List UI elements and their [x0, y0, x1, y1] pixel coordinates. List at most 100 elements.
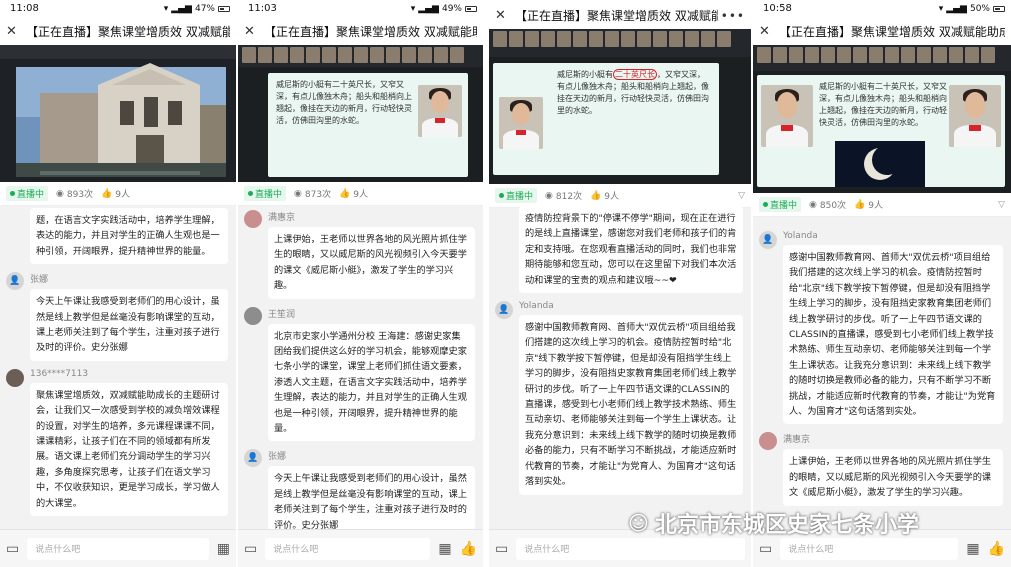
- battery-icon: [465, 5, 477, 12]
- comment-text: 上课伊始，王老师以世界各地的风光照片抓住学生的眼睛，又以威尼斯的风光视频引入今天…: [268, 227, 475, 299]
- live-dot-icon: [10, 191, 15, 196]
- live-video[interactable]: 威尼斯的小艇有二十英尺长，又窄又深，有点儿像独木舟；船头和船梢向上翘起，像挂在天…: [753, 45, 1011, 193]
- signal-icon: ▂▄▆: [171, 3, 192, 14]
- wechat-icon: ☺: [628, 511, 649, 535]
- comment-item: 题，在语言文字实践活动中，培养学生理解，表达的能力，并且对学生的正确人生观也是一…: [6, 208, 228, 265]
- wifi-icon: ▾: [938, 3, 944, 14]
- thumb-up-icon[interactable]: 👍: [590, 191, 601, 201]
- comment-input[interactable]: 说点什么吧: [516, 537, 745, 560]
- live-badge: 直播中: [244, 186, 287, 201]
- thumb-up-icon[interactable]: 👍: [854, 200, 865, 210]
- avatar: 👤: [244, 449, 262, 468]
- close-icon[interactable]: ✕: [759, 24, 775, 39]
- avatar: [759, 432, 777, 451]
- like-count: 9人: [353, 190, 369, 200]
- live-badge: 直播中: [495, 188, 538, 203]
- signal-icon: ▂▄▆: [418, 3, 439, 14]
- comment-item: 满惠京 上课伊始，王老师以世界各地的风光照片抓住学生的眼睛，又以威尼斯的风光视频…: [244, 210, 475, 299]
- comment-item: 👤 Yolanda 感谢中国教师教育网、首师大"双优云桥"项目组给我们搭建的这次…: [495, 301, 743, 495]
- comment-list[interactable]: 👤 Yolanda 感谢中国教师教育网、首师大"双优云桥"项目组给我们搭建的这次…: [753, 217, 1011, 529]
- grid-icon[interactable]: ▦: [966, 541, 979, 557]
- thumb-up-icon[interactable]: 👍: [460, 541, 477, 557]
- comment-author: Yolanda: [783, 231, 818, 241]
- comment-author: 136****7113: [30, 368, 89, 379]
- phone-panel-1: 11:08 ▾▂▄▆47% ✕ 【正在直播】聚焦课堂增质效 双减赋能助成长: [0, 0, 236, 567]
- status-bar: 10:58 ▾ ▂▄▆ 50%: [753, 0, 1011, 17]
- phone-panel-2: 11:03 ▾▂▄▆49% ✕ 【正在直播】聚焦课堂增质效 双减赋能助成长 威尼…: [238, 0, 483, 567]
- grid-icon[interactable]: ▦: [217, 541, 230, 557]
- comment-list[interactable]: 疫情防控背景下的"停课不停学"期间，现在正在进行的是线上直播课堂，感谢您对我们老…: [489, 206, 751, 529]
- participant-strip: [489, 29, 751, 57]
- comment-edit-icon[interactable]: ▭: [759, 541, 772, 557]
- chevron-down-icon[interactable]: ▽: [998, 200, 1005, 210]
- live-title: 【正在直播】聚焦课堂增质效 双减赋能助成长: [515, 9, 718, 23]
- close-icon[interactable]: ✕: [244, 24, 260, 39]
- slide-text-a: 威尼斯的小艇有: [557, 70, 613, 79]
- venice-church-image: [0, 45, 236, 182]
- comment-text: 今天上午课让我感受到老师们的用心设计，虽然是线上教学但是丝毫没有影响课堂的互动，…: [268, 466, 475, 529]
- eye-icon: ◉: [809, 199, 817, 210]
- comment-author: 满惠京: [268, 213, 296, 223]
- student-video: [949, 85, 1001, 147]
- bottom-bar: ▭ 说点什么吧 ▦: [0, 529, 236, 567]
- view-count: 873次: [304, 190, 332, 200]
- comment-input[interactable]: 说点什么吧: [27, 537, 209, 560]
- comment-item: 136****7113 聚焦课堂增质效，双减赋能助成长的主题研讨会，让我们又一次…: [6, 368, 228, 517]
- student-video: [761, 85, 813, 147]
- thumb-up-icon[interactable]: 👍: [101, 189, 112, 199]
- comment-item: 疫情防控背景下的"停课不停学"期间，现在正在进行的是线上直播课堂，感谢您对我们老…: [495, 206, 743, 294]
- live-badge: 直播中: [6, 186, 49, 201]
- nav-bar: ✕ 【正在直播】聚焦课堂增质效 双减赋能助成长: [753, 17, 1011, 45]
- thumb-up-icon[interactable]: 👍: [988, 541, 1005, 557]
- close-icon[interactable]: ✕: [6, 24, 22, 39]
- status-time: 11:03: [248, 3, 277, 14]
- comment-item: 王笙润 北京市史家小学通州分校 王海建：感谢史家集团给我们提供这么好的学习机会，…: [244, 306, 475, 442]
- nav-bar: ✕ 【正在直播】聚焦课堂增质效 双减赋能助成长 •••: [489, 2, 751, 29]
- live-info-bar: 直播中 ◉ 893次 👍 9人: [0, 182, 236, 206]
- watermark: ☺ 北京市东城区史家七条小学: [628, 507, 919, 539]
- status-time: 11:08: [10, 3, 39, 14]
- comment-author: Yolanda: [519, 301, 554, 312]
- comment-author: 满惠京: [783, 435, 811, 446]
- watermark-text: 北京市东城区史家七条小学: [654, 513, 919, 538]
- thumb-up-icon[interactable]: 👍: [339, 189, 350, 199]
- comment-text: 上课伊始，王老师以世界各地的风光照片抓住学生的眼睛，又以威尼斯的风光视频引入今天…: [783, 449, 1003, 506]
- live-video[interactable]: [0, 45, 236, 182]
- comment-item: 👤 张娜 今天上午课让我感受到老师们的用心设计，虽然是线上教学但是丝毫没有影响课…: [6, 272, 228, 361]
- comment-list[interactable]: 满惠京 上课伊始，王老师以世界各地的风光照片抓住学生的眼睛，又以威尼斯的风光视频…: [238, 206, 483, 529]
- avatar: [244, 210, 262, 228]
- live-video[interactable]: 威尼斯的小艇有二十英尺长，又窄又深，有点儿像独木舟；船头和船梢向上翘起，像挂在天…: [238, 45, 483, 182]
- comment-edit-icon[interactable]: ▭: [495, 541, 508, 557]
- slide-highlight: 二十英尺长: [613, 69, 657, 80]
- phone-panel-3: ✕ 【正在直播】聚焦课堂增质效 双减赋能助成长 ••• 威尼斯的小艇有二十英尺长…: [489, 0, 751, 567]
- comment-input[interactable]: 说点什么吧: [780, 537, 959, 560]
- eye-icon: ◉: [545, 190, 553, 201]
- battery-icon: [218, 5, 230, 12]
- comment-item: 满惠京 上课伊始，王老师以世界各地的风光照片抓住学生的眼睛，又以威尼斯的风光视频…: [759, 432, 1003, 506]
- live-info-bar: 直播中 ◉ 812次 👍 9人 ▽: [489, 184, 751, 208]
- live-dot-icon: [763, 202, 768, 207]
- status-time: 10:58: [763, 3, 792, 14]
- live-title: 【正在直播】聚焦课堂增质效 双减赋能助成长: [264, 24, 477, 39]
- comment-list[interactable]: 题，在语言文字实践活动中，培养学生理解，表达的能力，并且对学生的正确人生观也是一…: [0, 206, 236, 529]
- comment-input[interactable]: 说点什么吧: [265, 537, 431, 560]
- more-icon[interactable]: •••: [718, 9, 745, 23]
- like-count: 9人: [115, 190, 131, 200]
- live-title: 【正在直播】聚焦课堂增质效 双减赋能助成长: [779, 24, 1005, 39]
- live-badge: 直播中: [759, 197, 802, 212]
- student-video: [418, 85, 462, 137]
- signal-icon: ▂▄▆: [946, 3, 967, 14]
- comment-text: 题，在语言文字实践活动中，培养学生理解，表达的能力，并且对学生的正确人生观也是一…: [30, 208, 228, 265]
- nav-bar: ✕ 【正在直播】聚焦课堂增质效 双减赋能助成长: [238, 17, 483, 45]
- comment-edit-icon[interactable]: ▭: [244, 541, 257, 557]
- avatar: [244, 306, 262, 325]
- chevron-down-icon[interactable]: ▽: [738, 191, 745, 201]
- comment-text: 感谢中国教师教育网、首师大"双优云桥"项目组给我们搭建的这次线上学习的机会。疫情…: [519, 315, 743, 495]
- live-video[interactable]: 威尼斯的小艇有二十英尺长，又窄又深，有点儿像独木舟；船头和船梢向上翘起，像挂在天…: [489, 29, 751, 184]
- screenshot-collage: 11:08 ▾▂▄▆47% ✕ 【正在直播】聚焦课堂增质效 双减赋能助成长: [0, 0, 1011, 567]
- wifi-icon: ▾: [163, 3, 169, 14]
- close-icon[interactable]: ✕: [495, 8, 511, 23]
- live-info-bar: 直播中 ◉ 850次 👍 9人 ▽: [753, 193, 1011, 217]
- comment-edit-icon[interactable]: ▭: [6, 541, 19, 557]
- grid-icon[interactable]: ▦: [438, 541, 451, 557]
